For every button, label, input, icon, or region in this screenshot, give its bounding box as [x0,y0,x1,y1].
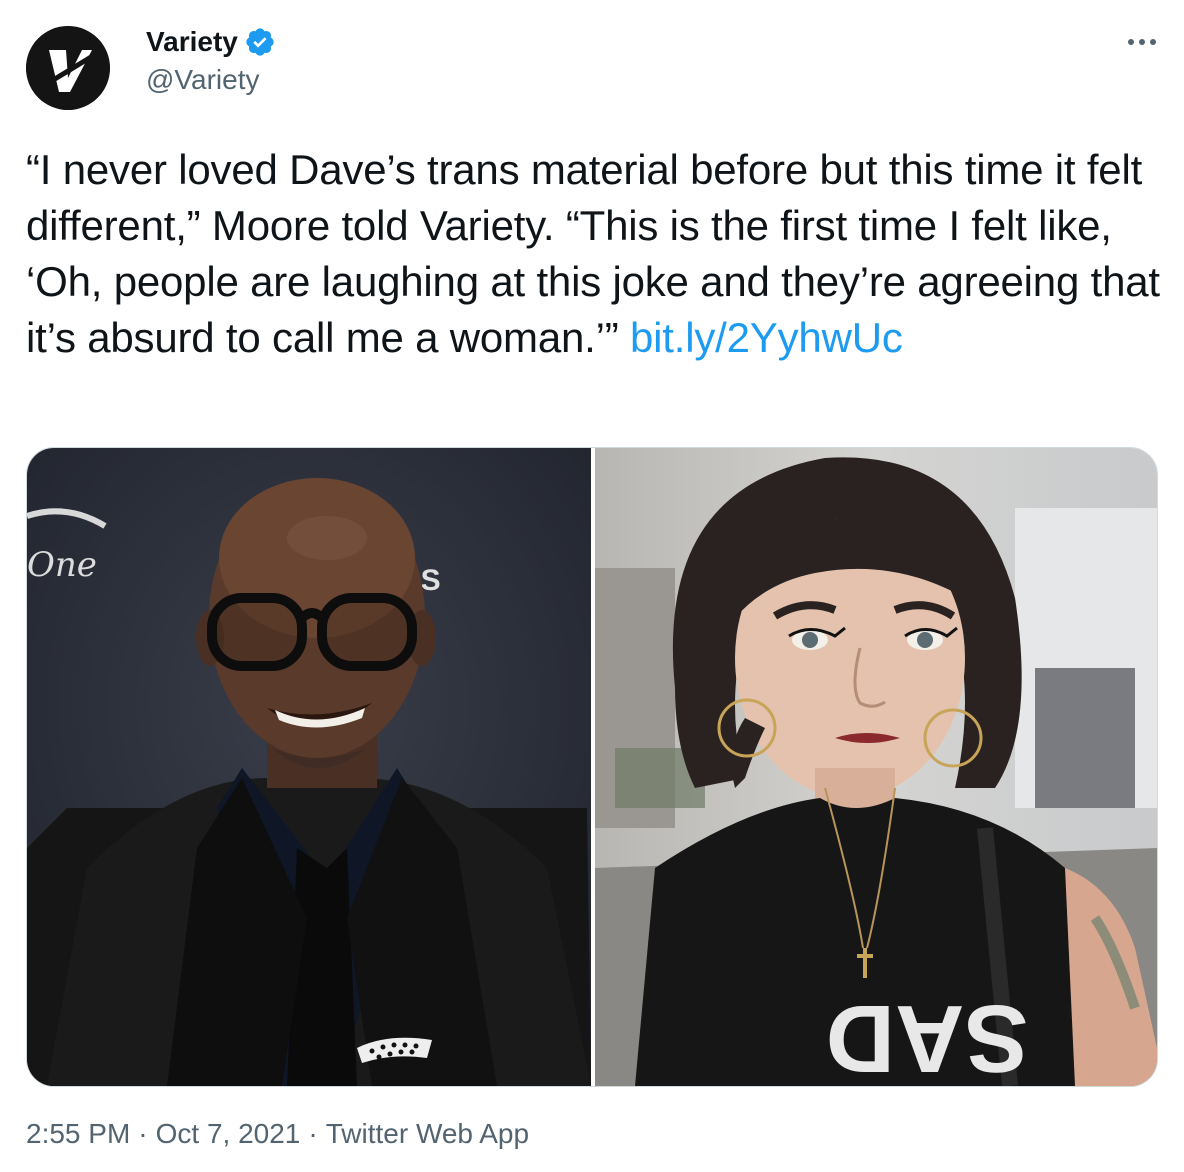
tweet-link[interactable]: bit.ly/2YyhwUc [630,314,903,361]
author-handle[interactable]: @Variety [146,64,260,96]
meta-separator: · [138,1118,148,1149]
tweet-time[interactable]: 2:55 PM [26,1118,130,1150]
tweet-media: One BS [26,447,1158,1087]
meta-separator: · [308,1118,318,1149]
author-display-name[interactable]: Variety [146,26,238,58]
tweet-date[interactable]: Oct 7, 2021 [156,1118,301,1150]
more-options-button[interactable] [1122,26,1162,58]
tweet-source[interactable]: Twitter Web App [326,1118,529,1150]
more-options-icon [1128,39,1156,45]
variety-logo-icon [26,26,110,110]
tweet-metadata: 2:55 PM · Oct 7, 2021 · Twitter Web App [26,1118,529,1150]
author-name-row: Variety [146,22,276,62]
verified-badge-icon [244,26,276,58]
photo-man-in-suit: One BS [27,448,591,1086]
photo-woman-selfie: SAD [595,448,1157,1086]
tweet-body-text: “I never loved Dave’s trans material bef… [26,146,1160,361]
shirt-text: SAD [826,985,1029,1086]
tweet-text: “I never loved Dave’s trans material bef… [26,142,1166,366]
author-avatar[interactable] [26,26,110,110]
media-photo-left[interactable]: One BS [27,448,591,1086]
tweet: Variety @Variety “I never loved Dave’s t… [0,0,1184,1172]
backdrop-logo-text: One [27,545,97,585]
media-photo-right[interactable]: SAD [595,448,1157,1086]
